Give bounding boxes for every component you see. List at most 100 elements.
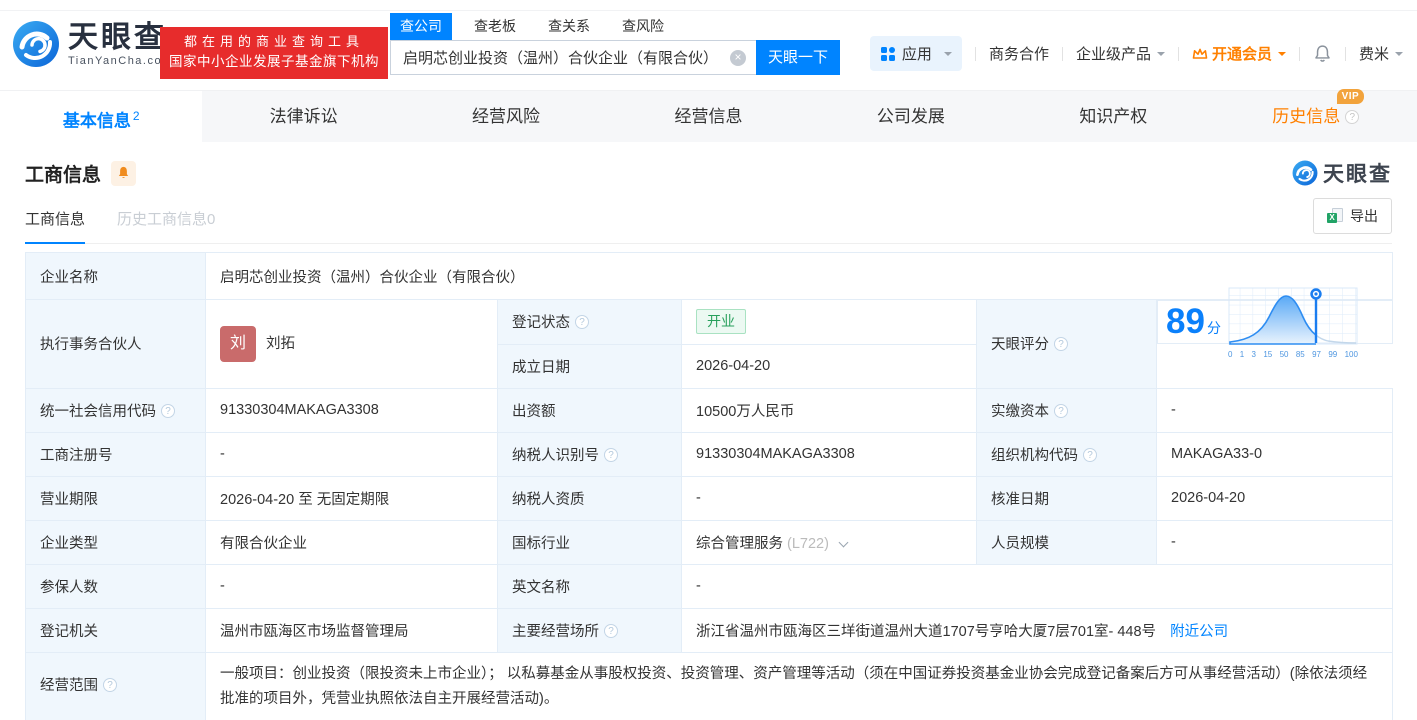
- crown-icon: [1192, 47, 1208, 61]
- chevron-down-icon: [1157, 52, 1165, 60]
- address-cell: 浙江省温州市瓯海区三垟街道温州大道1707号亨哈大厦7层701室- 448号 附…: [682, 608, 1393, 652]
- taxpayer-id-label: 纳税人识别号: [498, 432, 682, 476]
- capital-value: 10500万人民币: [682, 388, 977, 432]
- table-row: 企业名称 启明芯创业投资（温州）合伙企业（有限合伙）: [26, 253, 1393, 300]
- authority-label: 登记机关: [26, 608, 206, 652]
- chevron-down-icon: [944, 52, 952, 60]
- business-term-value: 2026-04-20 至 无固定期限: [206, 476, 498, 520]
- slogan-line2: 国家中小企业发展子基金旗下机构: [169, 52, 379, 73]
- staff-size-label: 人员规模: [977, 520, 1157, 564]
- credit-code-value: 91330304MAKAGA3308: [206, 388, 498, 432]
- tab-operation-risk[interactable]: 经营风险: [405, 91, 607, 142]
- enterprise-label: 企业级产品: [1076, 43, 1151, 64]
- subsection-tabs: 工商信息 历史工商信息0 导出: [25, 208, 1392, 244]
- establish-date-label: 成立日期: [498, 344, 682, 388]
- business-info-table: 企业名称 启明芯创业投资（温州）合伙企业（有限合伙） 执行事务合伙人 刘刘拓 登…: [25, 252, 1393, 720]
- partner-cell: 刘刘拓: [206, 300, 498, 389]
- search-input[interactable]: [390, 40, 756, 75]
- menu-open-vip[interactable]: 开通会员: [1192, 43, 1286, 64]
- search-tab-boss[interactable]: 查老板: [464, 13, 526, 40]
- bell-icon: [117, 166, 130, 180]
- apps-menu[interactable]: 应用: [870, 36, 962, 71]
- tianyancha-logo-icon: [1292, 160, 1318, 186]
- industry-code: (L722): [787, 536, 829, 552]
- watermark-brand-text: 天眼查: [1323, 158, 1392, 188]
- english-name-label: 英文名称: [498, 564, 682, 608]
- chevron-down-icon[interactable]: [839, 537, 849, 547]
- score-label: 天眼评分: [977, 300, 1157, 389]
- tab-legal-litigation[interactable]: 法律诉讼: [202, 91, 404, 142]
- subtab-history-business-info[interactable]: 历史工商信息0: [117, 208, 215, 243]
- tab-intellectual-property[interactable]: 知识产权: [1012, 91, 1214, 142]
- establish-date-value: 2026-04-20: [682, 344, 977, 388]
- slogan-banner: 都在用的商业查询工具 国家中小企业发展子基金旗下机构: [160, 27, 388, 79]
- menu-enterprise-products[interactable]: 企业级产品: [1076, 43, 1165, 64]
- approval-date-value: 2026-04-20: [1157, 476, 1393, 520]
- tianyancha-logo[interactable]: 天眼查 TianYanCha.com: [12, 20, 173, 68]
- company-type-value: 有限合伙企业: [206, 520, 498, 564]
- table-row: 登记机关 温州市瓯海区市场监督管理局 主要经营场所 浙江省温州市瓯海区三垟街道温…: [26, 608, 1393, 652]
- approval-date-label: 核准日期: [977, 476, 1157, 520]
- score-value: 89分: [1166, 302, 1221, 342]
- header-menu: 应用 商务合作 企业级产品 开通会员 费米: [870, 36, 1403, 71]
- user-menu[interactable]: 费米: [1359, 43, 1403, 64]
- industry-value: 综合管理服务 (L722): [682, 520, 977, 564]
- business-scope-value: 一般项目：创业投资（限投资未上市企业）； 以私募基金从事股权投资、投资管理、资产…: [206, 652, 1393, 720]
- taxpayer-id-value: 91330304MAKAGA3308: [682, 432, 977, 476]
- help-icon[interactable]: [1054, 404, 1068, 418]
- partner-avatar[interactable]: 刘: [220, 326, 256, 362]
- help-icon[interactable]: [161, 404, 175, 418]
- score-cell: 89分: [1157, 300, 1393, 344]
- company-nav-tabs: 基本信息2 法律诉讼 经营风险 经营信息 公司发展 知识产权 历史信息 VIP: [0, 90, 1417, 142]
- help-icon[interactable]: [1083, 448, 1097, 462]
- business-term-label: 营业期限: [26, 476, 206, 520]
- status-badge: 开业: [696, 309, 746, 334]
- tab-company-development[interactable]: 公司发展: [810, 91, 1012, 142]
- search-tab-risk[interactable]: 查风险: [612, 13, 674, 40]
- company-name-value: 启明芯创业投资（温州）合伙企业（有限合伙）: [206, 253, 1393, 300]
- company-type-label: 企业类型: [26, 520, 206, 564]
- search-tab-company[interactable]: 查公司: [390, 13, 452, 40]
- help-icon[interactable]: [1345, 110, 1359, 124]
- address-value: 浙江省温州市瓯海区三垟街道温州大道1707号亨哈大厦7层701室- 448号: [696, 624, 1156, 640]
- tab-count-badge: 2: [133, 109, 140, 123]
- top-divider: [0, 10, 1417, 11]
- partner-name-link[interactable]: 刘拓: [266, 336, 295, 352]
- tab-operation-info[interactable]: 经营信息: [607, 91, 809, 142]
- export-button[interactable]: 导出: [1313, 198, 1392, 234]
- vip-badge: VIP: [1337, 89, 1365, 104]
- help-icon[interactable]: [1054, 337, 1068, 351]
- taxpayer-quality-value: -: [682, 476, 977, 520]
- reg-status-value: 开业: [682, 300, 977, 345]
- vip-label: 开通会员: [1212, 43, 1272, 64]
- search-tab-relation[interactable]: 查关系: [538, 13, 600, 40]
- notifications-button[interactable]: [1313, 44, 1332, 63]
- reg-status-label: 登记状态: [498, 300, 682, 345]
- excel-icon: [1327, 208, 1343, 224]
- table-row: 企业类型 有限合伙企业 国标行业 综合管理服务 (L722) 人员规模 -: [26, 520, 1393, 564]
- export-label: 导出: [1350, 206, 1378, 226]
- menu-cooperation[interactable]: 商务合作: [989, 43, 1049, 64]
- help-icon[interactable]: [575, 315, 589, 329]
- tab-history-info[interactable]: 历史信息 VIP: [1215, 91, 1417, 142]
- business-scope-label: 经营范围: [26, 652, 206, 720]
- paid-capital-value: -: [1157, 388, 1393, 432]
- help-icon[interactable]: [103, 678, 117, 692]
- brand-domain: TianYanCha.com: [68, 55, 173, 67]
- help-icon[interactable]: [604, 448, 618, 462]
- chevron-down-icon: [1395, 52, 1403, 60]
- nearby-companies-link[interactable]: 附近公司: [1170, 624, 1228, 640]
- capital-label: 出资额: [498, 388, 682, 432]
- section-title: 工商信息: [25, 160, 101, 187]
- taxpayer-quality-label: 纳税人资质: [498, 476, 682, 520]
- brand-name: 天眼查: [68, 22, 173, 54]
- subtab-business-info[interactable]: 工商信息: [25, 208, 85, 244]
- clear-search-icon[interactable]: [730, 50, 746, 66]
- chevron-down-icon: [1278, 52, 1286, 60]
- help-icon[interactable]: [604, 624, 618, 638]
- tab-basic-info[interactable]: 基本信息2: [0, 91, 202, 142]
- reg-number-value: -: [206, 432, 498, 476]
- search-button[interactable]: 天眼一下: [756, 40, 840, 75]
- monitor-bell-button[interactable]: [111, 161, 136, 186]
- table-row: 工商注册号 - 纳税人识别号 91330304MAKAGA3308 组织机构代码…: [26, 432, 1393, 476]
